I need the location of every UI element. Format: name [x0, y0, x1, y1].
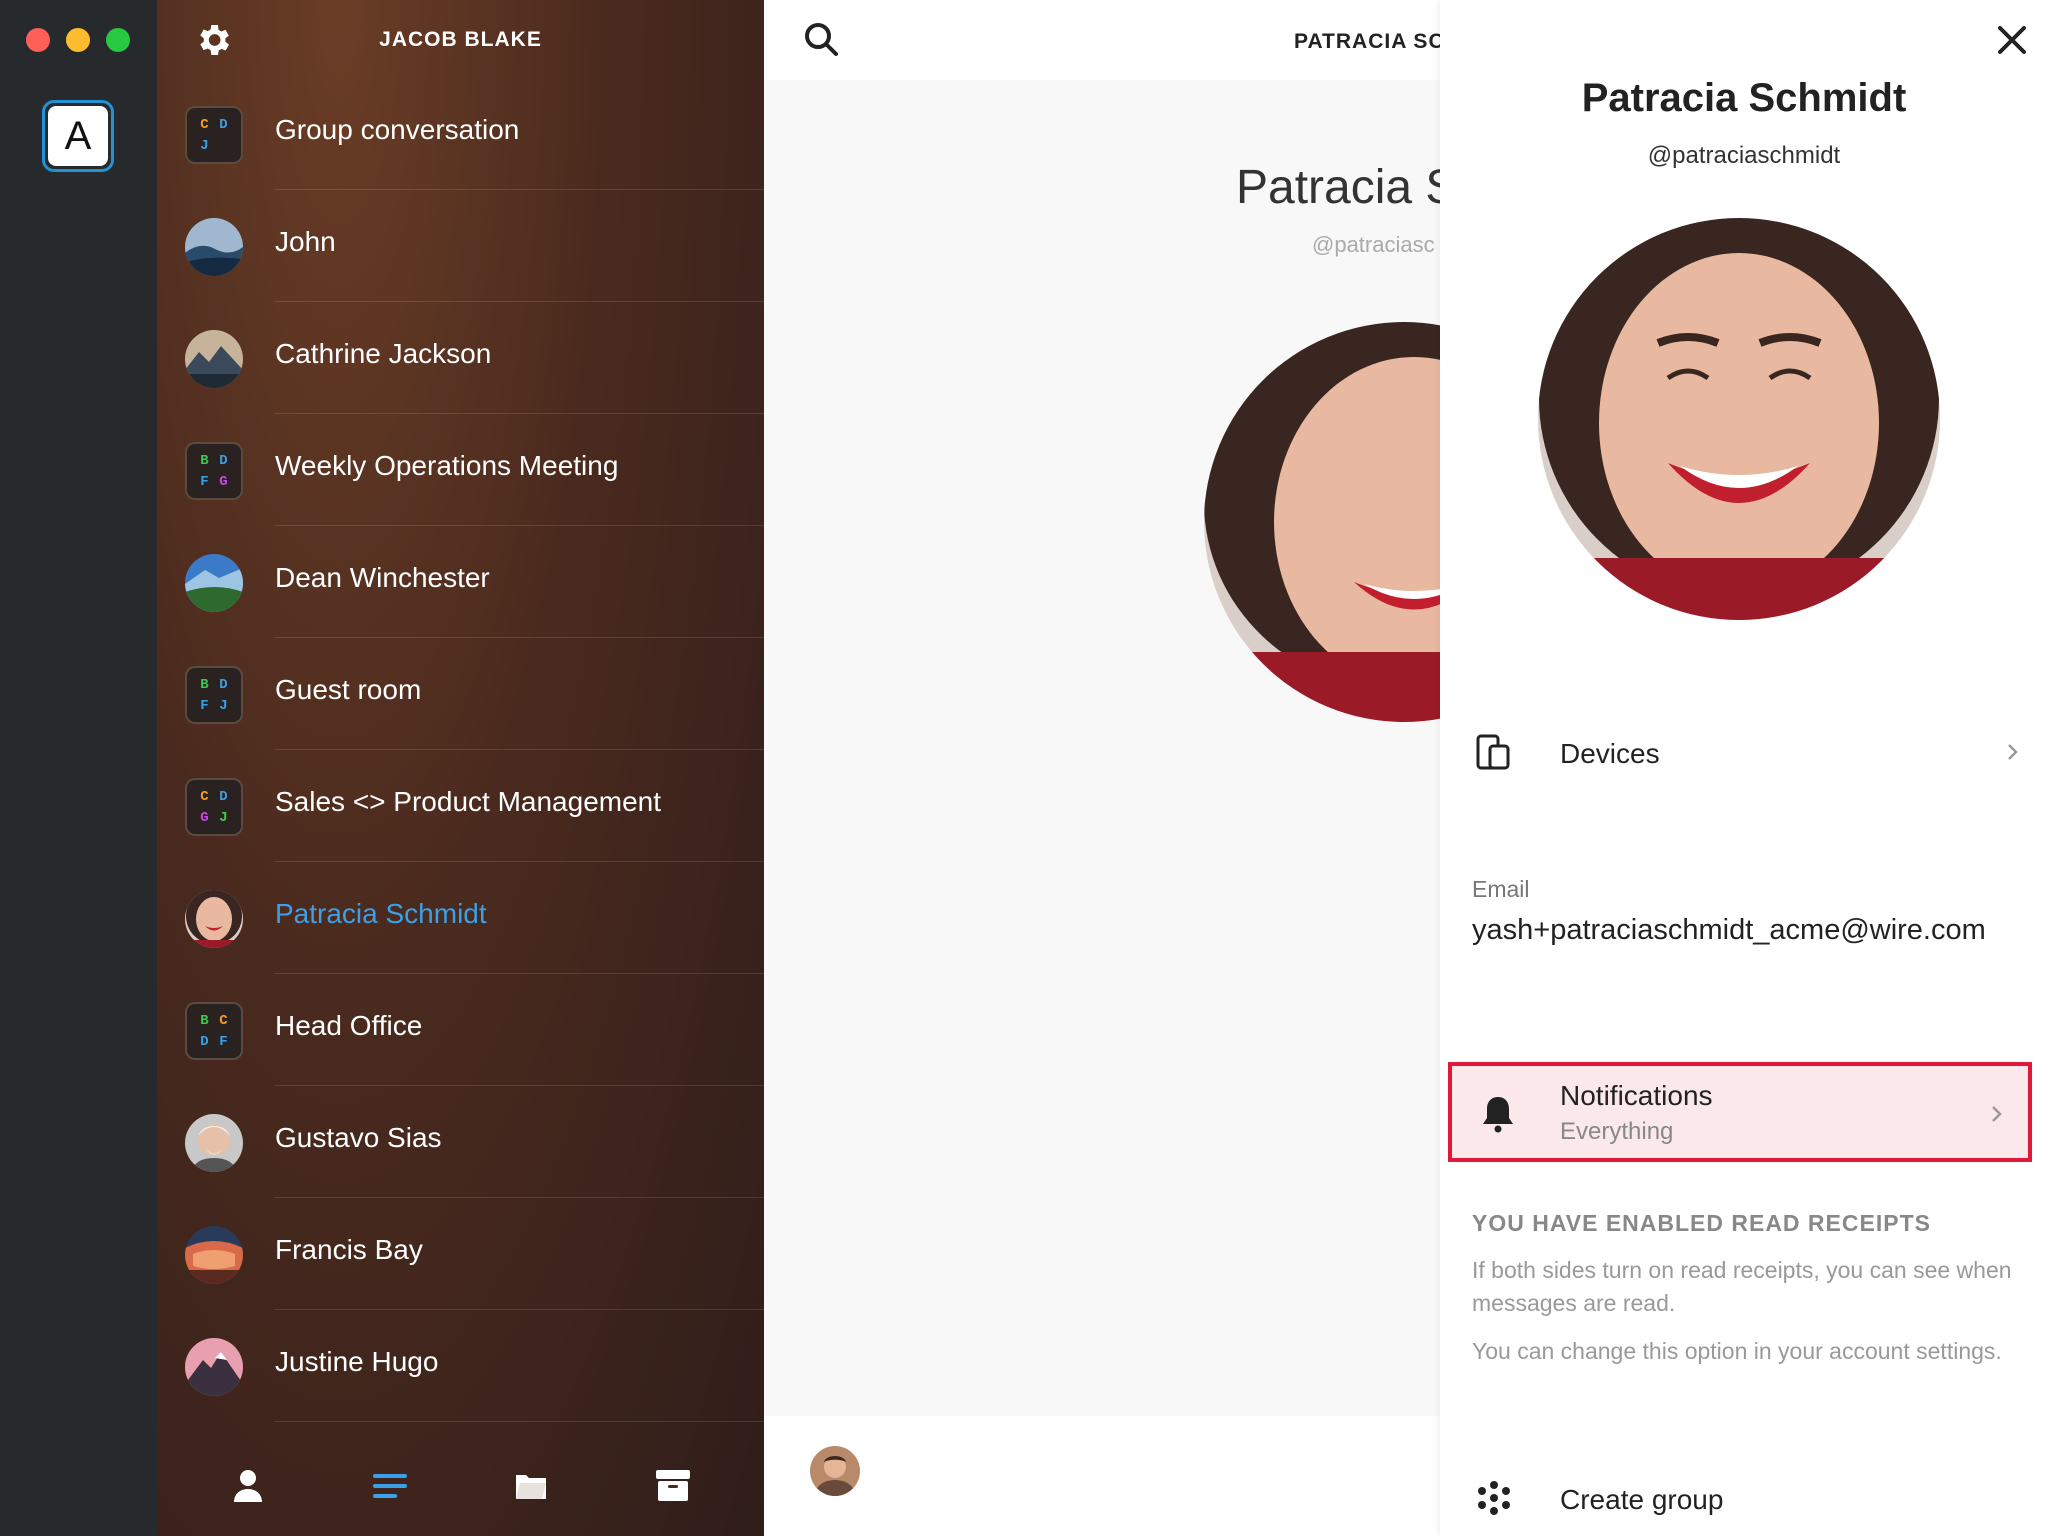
folder-icon[interactable]	[510, 1465, 552, 1507]
window-zoom-button[interactable]	[106, 28, 130, 52]
close-icon[interactable]	[1992, 20, 2032, 60]
self-avatar[interactable]	[810, 1446, 860, 1496]
window-minimize-button[interactable]	[66, 28, 90, 52]
group-member-initial: D	[219, 452, 228, 469]
conversation-list-item[interactable]: Patracia Schmidt	[157, 862, 764, 974]
conversation-name: Cathrine Jackson	[275, 338, 492, 369]
group-member-initial: B	[200, 676, 209, 693]
chevron-right-icon	[2004, 740, 2020, 764]
conversation-list: JACOB BLAKE C D J Group conversation John Cat…	[157, 0, 764, 1536]
group-member-initial: G	[219, 473, 228, 490]
person-icon[interactable]	[227, 1465, 269, 1507]
group-member-initial: J	[219, 809, 228, 826]
user-avatar	[185, 1338, 243, 1396]
conversation-list-item[interactable]: Francis Bay	[157, 1198, 764, 1310]
conversation-name: Patracia Schmidt	[275, 898, 487, 929]
conversation-titlebar: PATRACIA SC	[764, 0, 1444, 80]
conversation-name: Guest room	[275, 674, 422, 705]
group-avatar: BDFG	[185, 442, 243, 500]
group-avatar: CDJ	[185, 106, 243, 164]
panel-user-name: Patracia Schmidt	[1581, 76, 1907, 120]
group-member-initial: F	[200, 473, 209, 490]
conversation-list-item[interactable]: B D F J Guest room	[157, 638, 764, 750]
create-group-row[interactable]: Create group	[1440, 1470, 2048, 1530]
group-member-initial: D	[219, 116, 228, 133]
notifications-row[interactable]: Notifications Everything	[1448, 1062, 2032, 1162]
list-bottom-bar	[157, 1436, 764, 1536]
read-receipts-settings-text: You can change this option in your accou…	[1472, 1338, 2002, 1364]
user-avatar	[185, 330, 243, 388]
conversation-list-item[interactable]: B C D F Head Office	[157, 974, 764, 1086]
devices-icon	[1476, 734, 1512, 770]
conversation-name: Gustavo Sias	[275, 1122, 442, 1153]
user-details-panel: Patracia Schmidt @patraciaschmidt Device…	[1440, 0, 2048, 1536]
group-member-initial: D	[219, 788, 228, 805]
notifications-value: Everything	[1560, 1118, 1674, 1145]
conversation-list-item[interactable]: John	[157, 190, 764, 302]
conversation-name: John	[275, 226, 336, 257]
devices-label: Devices	[1560, 738, 1660, 769]
group-member-initial: J	[219, 697, 228, 714]
conversation-name: Francis Bay	[275, 1234, 423, 1265]
account-switcher[interactable]: A	[42, 100, 114, 172]
user-avatar	[185, 554, 243, 612]
group-member-initial: C	[200, 116, 209, 133]
group-member-initial: D	[200, 1033, 209, 1050]
conversation-list-item[interactable]: C D J Group conversation	[157, 78, 764, 190]
read-receipts-text: If both sides turn on read receipts, you…	[1472, 1257, 2012, 1316]
create-group-icon	[1476, 1480, 1512, 1516]
user-avatar	[185, 218, 243, 276]
search-icon[interactable]	[802, 20, 840, 58]
notifications-label: Notifications	[1560, 1080, 1713, 1111]
conversations-icon[interactable]	[369, 1465, 411, 1507]
user-avatar	[185, 1114, 243, 1172]
list-header-username: JACOB BLAKE	[379, 28, 542, 51]
conversation-name: Head Office	[275, 1010, 423, 1041]
panel-user-handle: @patraciaschmidt	[1647, 142, 1841, 169]
conversation-list-item[interactable]: Dean Winchester	[157, 526, 764, 638]
conversation-name: Justine Hugo	[275, 1346, 439, 1377]
composer-bar	[764, 1416, 1440, 1536]
chevron-right-icon	[1988, 1102, 2004, 1126]
group-member-initial: F	[200, 697, 209, 714]
archive-icon[interactable]	[652, 1465, 694, 1507]
user-avatar	[185, 890, 243, 948]
read-receipts-heading: YOU HAVE ENABLED READ RECEIPTS	[1472, 1210, 1931, 1236]
group-member-initial: C	[219, 1012, 228, 1029]
group-member-initial: J	[200, 137, 209, 154]
group-member-initial: F	[219, 1033, 228, 1050]
group-avatar: BDFJ	[185, 666, 243, 724]
conversation-list-item[interactable]: Justine Hugo	[157, 1310, 764, 1422]
bell-icon	[1480, 1094, 1516, 1134]
email-value: yash+patraciaschmidt_acme@wire.com	[1472, 914, 1986, 946]
group-avatar: CDGJ	[185, 778, 243, 836]
conversation-handle: @patraciasc	[1312, 232, 1435, 257]
conversation-name: Sales <> Product Management	[275, 786, 662, 817]
account-rail: A	[0, 0, 157, 1536]
conversation-name: Weekly Operations Meeting	[275, 450, 619, 481]
group-member-initial: G	[200, 809, 209, 826]
conversation-list-item[interactable]: Gustavo Sias	[157, 1086, 764, 1198]
user-avatar	[185, 1226, 243, 1284]
group-member-initial: B	[200, 452, 209, 469]
conversation-list-item[interactable]: B D F G Weekly Operations Meeting	[157, 414, 764, 526]
divider	[275, 1421, 764, 1422]
conversation-list-item[interactable]: C D G J Sales <> Product Management	[157, 750, 764, 862]
group-member-initial: B	[200, 1012, 209, 1029]
create-group-label: Create group	[1560, 1484, 1724, 1515]
conversation-name: Group conversation	[275, 114, 520, 145]
group-member-initial: D	[219, 676, 228, 693]
devices-row[interactable]: Devices	[1440, 720, 2048, 786]
conversation-name: Dean Winchester	[275, 562, 490, 593]
panel-user-avatar	[1538, 218, 1940, 620]
email-label: Email	[1472, 876, 1530, 902]
group-member-initial: C	[200, 788, 209, 805]
group-avatar: BCDF	[185, 1002, 243, 1060]
conversation-title[interactable]: PATRACIA SC	[1294, 30, 1445, 54]
group-member-initial	[214, 135, 233, 156]
account-initial: A	[48, 106, 108, 166]
conversation-list-item[interactable]: Cathrine Jackson	[157, 302, 764, 414]
window-close-button[interactable]	[26, 28, 50, 52]
conversation-view: PATRACIA SC Patracia Sc @patraciasc	[764, 0, 1604, 1536]
